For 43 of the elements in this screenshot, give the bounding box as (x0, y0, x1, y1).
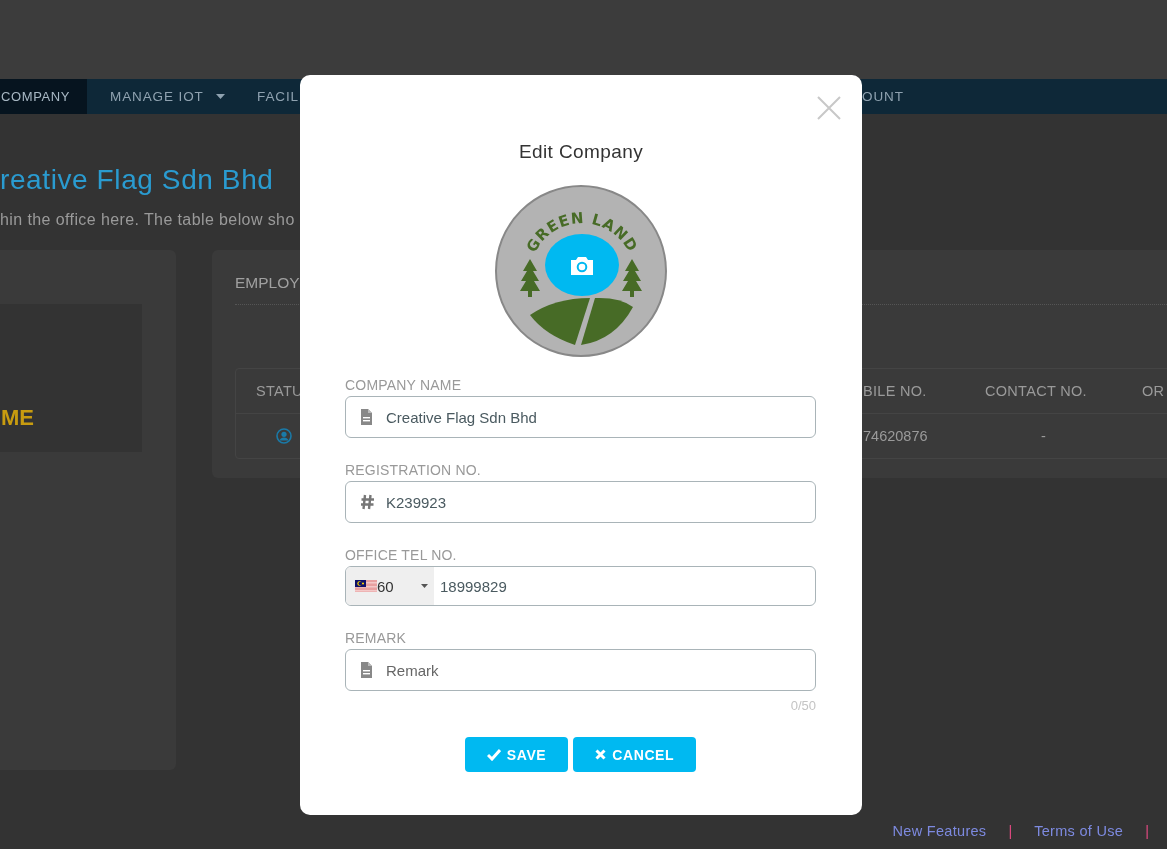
nav-tab[interactable]: MANAGE IOT (87, 79, 225, 114)
camera-icon (569, 254, 595, 276)
nav-tab[interactable]: FACIL (257, 79, 299, 114)
check-icon (486, 748, 501, 761)
footer-link[interactable]: New Features (892, 823, 987, 839)
flag-icon (355, 580, 377, 592)
field-label: REMARK (345, 630, 408, 647)
column-header: BILE NO. (863, 383, 927, 399)
dialog-title: Edit Company (518, 140, 644, 164)
nav-tab[interactable]: OUNT (862, 79, 904, 114)
card-title: EMPLOY (235, 274, 300, 292)
text-input[interactable]: K239923 (386, 493, 815, 511)
tree-icon (520, 259, 540, 297)
field-label: OFFICE TEL NO. (345, 547, 458, 564)
document-icon (360, 662, 374, 678)
country-code-dropdown[interactable]: 60 (346, 567, 434, 605)
table-cell-text: 74620876 (862, 428, 929, 444)
phone-input[interactable]: 18999829 (440, 577, 815, 595)
text-input[interactable]: Creative Flag Sdn Bhd (386, 408, 815, 426)
column-header: OR (1142, 383, 1165, 399)
field-label: REGISTRATION NO. (345, 462, 482, 479)
close-icon (595, 749, 607, 760)
tree-icon (622, 259, 642, 297)
column-header: CONTACT NO. (985, 383, 1087, 399)
hash-icon (360, 494, 374, 510)
close-icon[interactable] (817, 96, 841, 120)
caret-icon (421, 584, 428, 588)
phone-field[interactable]: 60 18999829 (345, 566, 816, 606)
image-text: ME (1, 406, 34, 430)
document-icon (360, 409, 374, 425)
field-label: COMPANY NAME (345, 377, 463, 394)
input-field[interactable]: Remark (345, 649, 816, 691)
separator: | (1008, 823, 1013, 839)
input-field[interactable]: K239923 (345, 481, 816, 523)
text-input[interactable]: Remark (386, 661, 815, 679)
character-counter: 0/50 (789, 697, 816, 714)
table-cell-text: - (1040, 428, 1047, 444)
page-title: reative Flag Sdn Bhd (0, 163, 274, 197)
separator: | (1145, 823, 1149, 839)
user-icon (276, 428, 292, 444)
footer-link[interactable]: Terms of Use (1034, 823, 1124, 839)
input-field[interactable]: Creative Flag Sdn Bhd (345, 396, 816, 438)
nav-tab[interactable]: COMPANY (0, 79, 87, 114)
